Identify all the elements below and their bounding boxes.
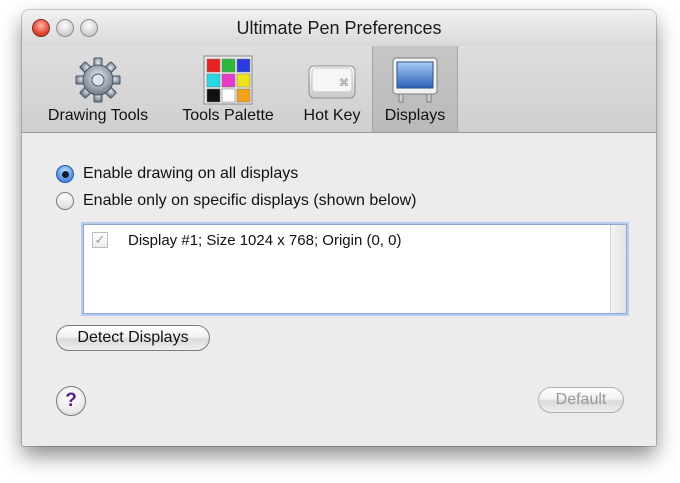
list-scrollbar[interactable]	[610, 225, 626, 313]
displays-pane: Enable drawing on all displays Enable on…	[22, 133, 656, 446]
tab-label: Drawing Tools	[47, 107, 149, 124]
keyboard-key-icon: ⌘	[306, 54, 358, 106]
svg-text:⌘: ⌘	[339, 78, 349, 89]
tab-label: Displays	[384, 107, 446, 124]
display-monitor-icon	[389, 54, 441, 106]
palette-swatch	[206, 73, 221, 88]
tab-drawing-tools[interactable]: Drawing Tools	[30, 46, 166, 132]
checkbox-checked-icon[interactable]: ✓	[92, 232, 108, 248]
palette-swatch	[221, 58, 236, 73]
palette-swatch	[236, 58, 251, 73]
tab-label: Tools Palette	[182, 107, 274, 124]
window-title: Ultimate Pen Preferences	[236, 18, 442, 38]
preferences-window: Ultimate Pen Preferences Drawing Tools T…	[22, 10, 656, 446]
palette-swatch	[221, 88, 236, 103]
tab-hot-key[interactable]: ⌘ Hot Key	[292, 46, 372, 132]
default-button[interactable]: Default	[538, 387, 624, 413]
palette-swatch	[206, 58, 221, 73]
detect-displays-button[interactable]: Detect Displays	[56, 325, 210, 351]
display-description: Display #1; Size 1024 x 768; Origin (0, …	[128, 232, 402, 249]
radio-label: Enable drawing on all displays	[83, 165, 299, 182]
title-bar[interactable]: Ultimate Pen Preferences	[22, 10, 656, 46]
preferences-toolbar: Drawing Tools Tools Palette ⌘ Hot Key Di…	[22, 46, 656, 133]
tab-displays[interactable]: Displays	[372, 46, 458, 132]
color-palette-icon	[202, 54, 254, 106]
palette-swatch	[236, 88, 251, 103]
tab-tools-palette[interactable]: Tools Palette	[168, 46, 288, 132]
radio-button-selected[interactable]	[56, 165, 74, 183]
radio-button[interactable]	[56, 192, 74, 210]
palette-swatch	[206, 88, 221, 103]
gear-icon	[72, 54, 124, 106]
help-icon[interactable]: ?	[56, 386, 86, 416]
radio-label: Enable only on specific displays (shown …	[83, 192, 417, 209]
palette-swatch	[236, 73, 251, 88]
palette-swatch	[221, 73, 236, 88]
displays-list[interactable]: ✓ Display #1; Size 1024 x 768; Origin (0…	[83, 224, 627, 314]
tab-label: Hot Key	[303, 107, 361, 124]
